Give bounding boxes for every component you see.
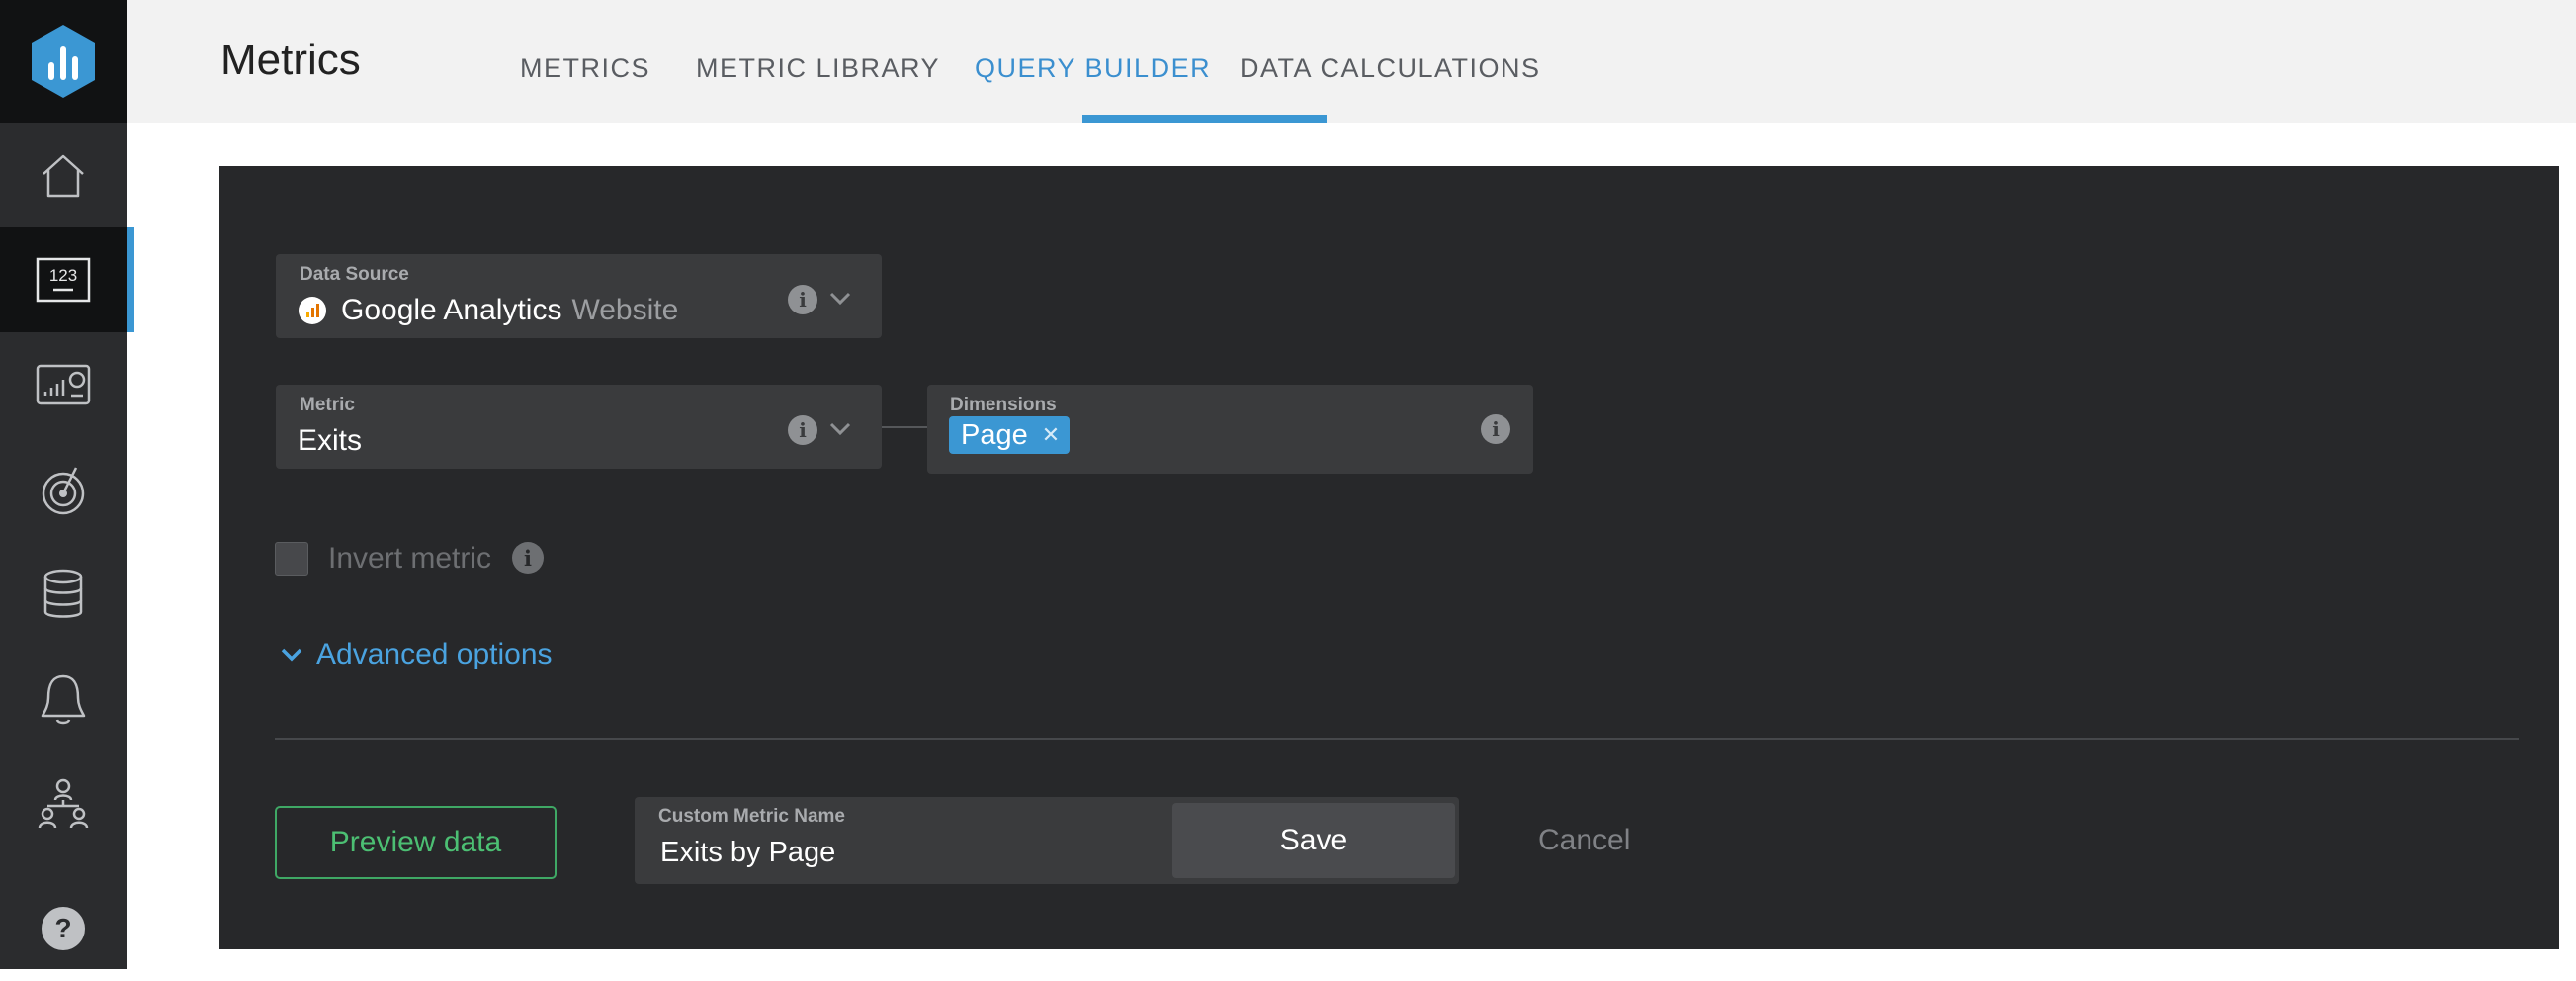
dashboard-icon	[36, 364, 91, 405]
sidebar-item-alerts[interactable]	[0, 647, 127, 752]
tab-data-calculations[interactable]: DATA CALCULATIONS	[1240, 53, 1541, 84]
goals-target-icon	[42, 467, 85, 515]
query-builder-panel: Data Source Google Analytics Website i Me…	[219, 166, 2559, 949]
active-tab-indicator	[1082, 115, 1327, 123]
dimensions-info-icon[interactable]: i	[1481, 414, 1510, 444]
app-logo[interactable]	[0, 0, 127, 123]
remove-chip-icon[interactable]: ✕	[1042, 422, 1060, 448]
custom-metric-name-label: Custom Metric Name	[658, 806, 845, 827]
page-title: Metrics	[220, 36, 361, 84]
chevron-down-icon	[281, 648, 302, 662]
data-source-select[interactable]: Data Source Google Analytics Website i	[276, 254, 882, 338]
metric-select[interactable]: Metric Exits i	[276, 385, 882, 469]
cancel-button[interactable]: Cancel	[1538, 824, 1630, 857]
metrics-123-icon: 123	[36, 257, 91, 303]
data-source-value: Google Analytics	[341, 294, 562, 326]
logo-hexagon-icon	[32, 25, 95, 98]
preview-data-button[interactable]: Preview data	[275, 806, 557, 879]
google-analytics-icon	[299, 297, 326, 324]
sidebar-item-help[interactable]: ?	[0, 876, 127, 981]
alerts-bell-icon	[41, 674, 86, 725]
sidebar-item-goals[interactable]	[0, 437, 127, 542]
metric-info-icon[interactable]: i	[788, 415, 817, 445]
sidebar-item-dashboards[interactable]	[0, 332, 127, 437]
dimensions-field[interactable]: Dimensions Page ✕ i	[927, 385, 1533, 474]
invert-metric-checkbox[interactable]	[275, 542, 308, 576]
sidebar-item-data[interactable]	[0, 542, 127, 647]
custom-metric-name-input[interactable]: Exits by Page	[660, 837, 835, 869]
sidebar: 123 ?	[0, 0, 134, 969]
tab-query-builder[interactable]: QUERY BUILDER	[975, 53, 1211, 84]
svg-text:?: ?	[54, 913, 71, 943]
dimensions-label: Dimensions	[950, 395, 1057, 415]
sidebar-item-metrics[interactable]: 123	[0, 227, 134, 332]
tab-metric-library[interactable]: METRIC LIBRARY	[696, 53, 940, 84]
metric-value: Exits	[298, 424, 363, 457]
metric-label: Metric	[300, 395, 355, 415]
tab-metrics[interactable]: METRICS	[520, 53, 650, 84]
data-source-info-icon[interactable]: i	[788, 285, 817, 314]
dimension-chip[interactable]: Page ✕	[949, 416, 1071, 454]
chevron-down-icon	[829, 422, 851, 436]
custom-metric-name-field[interactable]: Custom Metric Name Exits by Page Save	[635, 797, 1459, 884]
svg-text:123: 123	[49, 266, 77, 285]
top-header: Metrics METRICS METRIC LIBRARY QUERY BUI…	[127, 0, 2576, 123]
help-icon: ?	[42, 907, 85, 950]
invert-metric-info-icon[interactable]: i	[512, 542, 544, 574]
advanced-options-toggle[interactable]: Advanced options	[281, 638, 553, 671]
divider	[275, 738, 2519, 740]
sidebar-item-home[interactable]	[0, 123, 127, 227]
data-source-label: Data Source	[300, 264, 409, 285]
metric-dimension-connector	[882, 426, 927, 428]
data-source-account: Website	[571, 294, 679, 326]
chevron-down-icon	[829, 292, 851, 306]
save-button[interactable]: Save	[1172, 803, 1455, 878]
invert-metric-label: Invert metric	[328, 542, 492, 575]
sidebar-item-team[interactable]	[0, 752, 127, 856]
data-stack-icon	[43, 569, 83, 618]
dimension-chip-label: Page	[961, 418, 1028, 451]
team-icon	[38, 778, 89, 829]
home-icon	[43, 154, 84, 198]
advanced-options-label: Advanced options	[316, 638, 553, 670]
